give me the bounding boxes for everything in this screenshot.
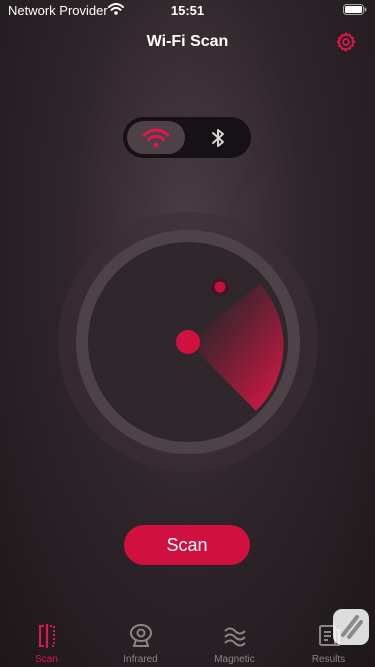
watermark-logo-icon — [333, 609, 369, 645]
page-title: Wi-Fi Scan — [146, 33, 229, 50]
wifi-mode-option[interactable] — [127, 121, 185, 154]
tab-scan[interactable]: Scan — [0, 617, 93, 667]
scan-button[interactable]: Scan — [124, 525, 250, 565]
tab-label: Infrared — [123, 654, 158, 665]
scan-mode-toggle — [123, 117, 251, 158]
gear-icon[interactable] — [335, 31, 357, 53]
clock: 15:51 — [170, 3, 205, 18]
status-bar: Network Provider 15:51 — [0, 0, 375, 22]
wifi-icon — [142, 128, 170, 148]
tab-label: Scan — [35, 654, 58, 665]
tab-label: Magnetic — [214, 654, 255, 665]
radar-center-dot — [176, 330, 200, 354]
radar-scanner — [58, 212, 318, 472]
battery-icon — [343, 4, 367, 15]
waves-icon — [224, 627, 246, 647]
bluetooth-icon — [212, 129, 224, 147]
tab-infrared[interactable]: Infrared — [94, 617, 187, 667]
tab-magnetic[interactable]: Magnetic — [188, 617, 281, 667]
tab-label: Results — [311, 654, 346, 665]
header: Wi-Fi Scan — [0, 28, 375, 58]
tab-bar: Scan Infrared Magnetic Results — [0, 617, 375, 667]
scan-icon — [39, 624, 55, 648]
bluetooth-mode-option[interactable] — [189, 121, 247, 154]
camera-icon — [130, 624, 152, 647]
